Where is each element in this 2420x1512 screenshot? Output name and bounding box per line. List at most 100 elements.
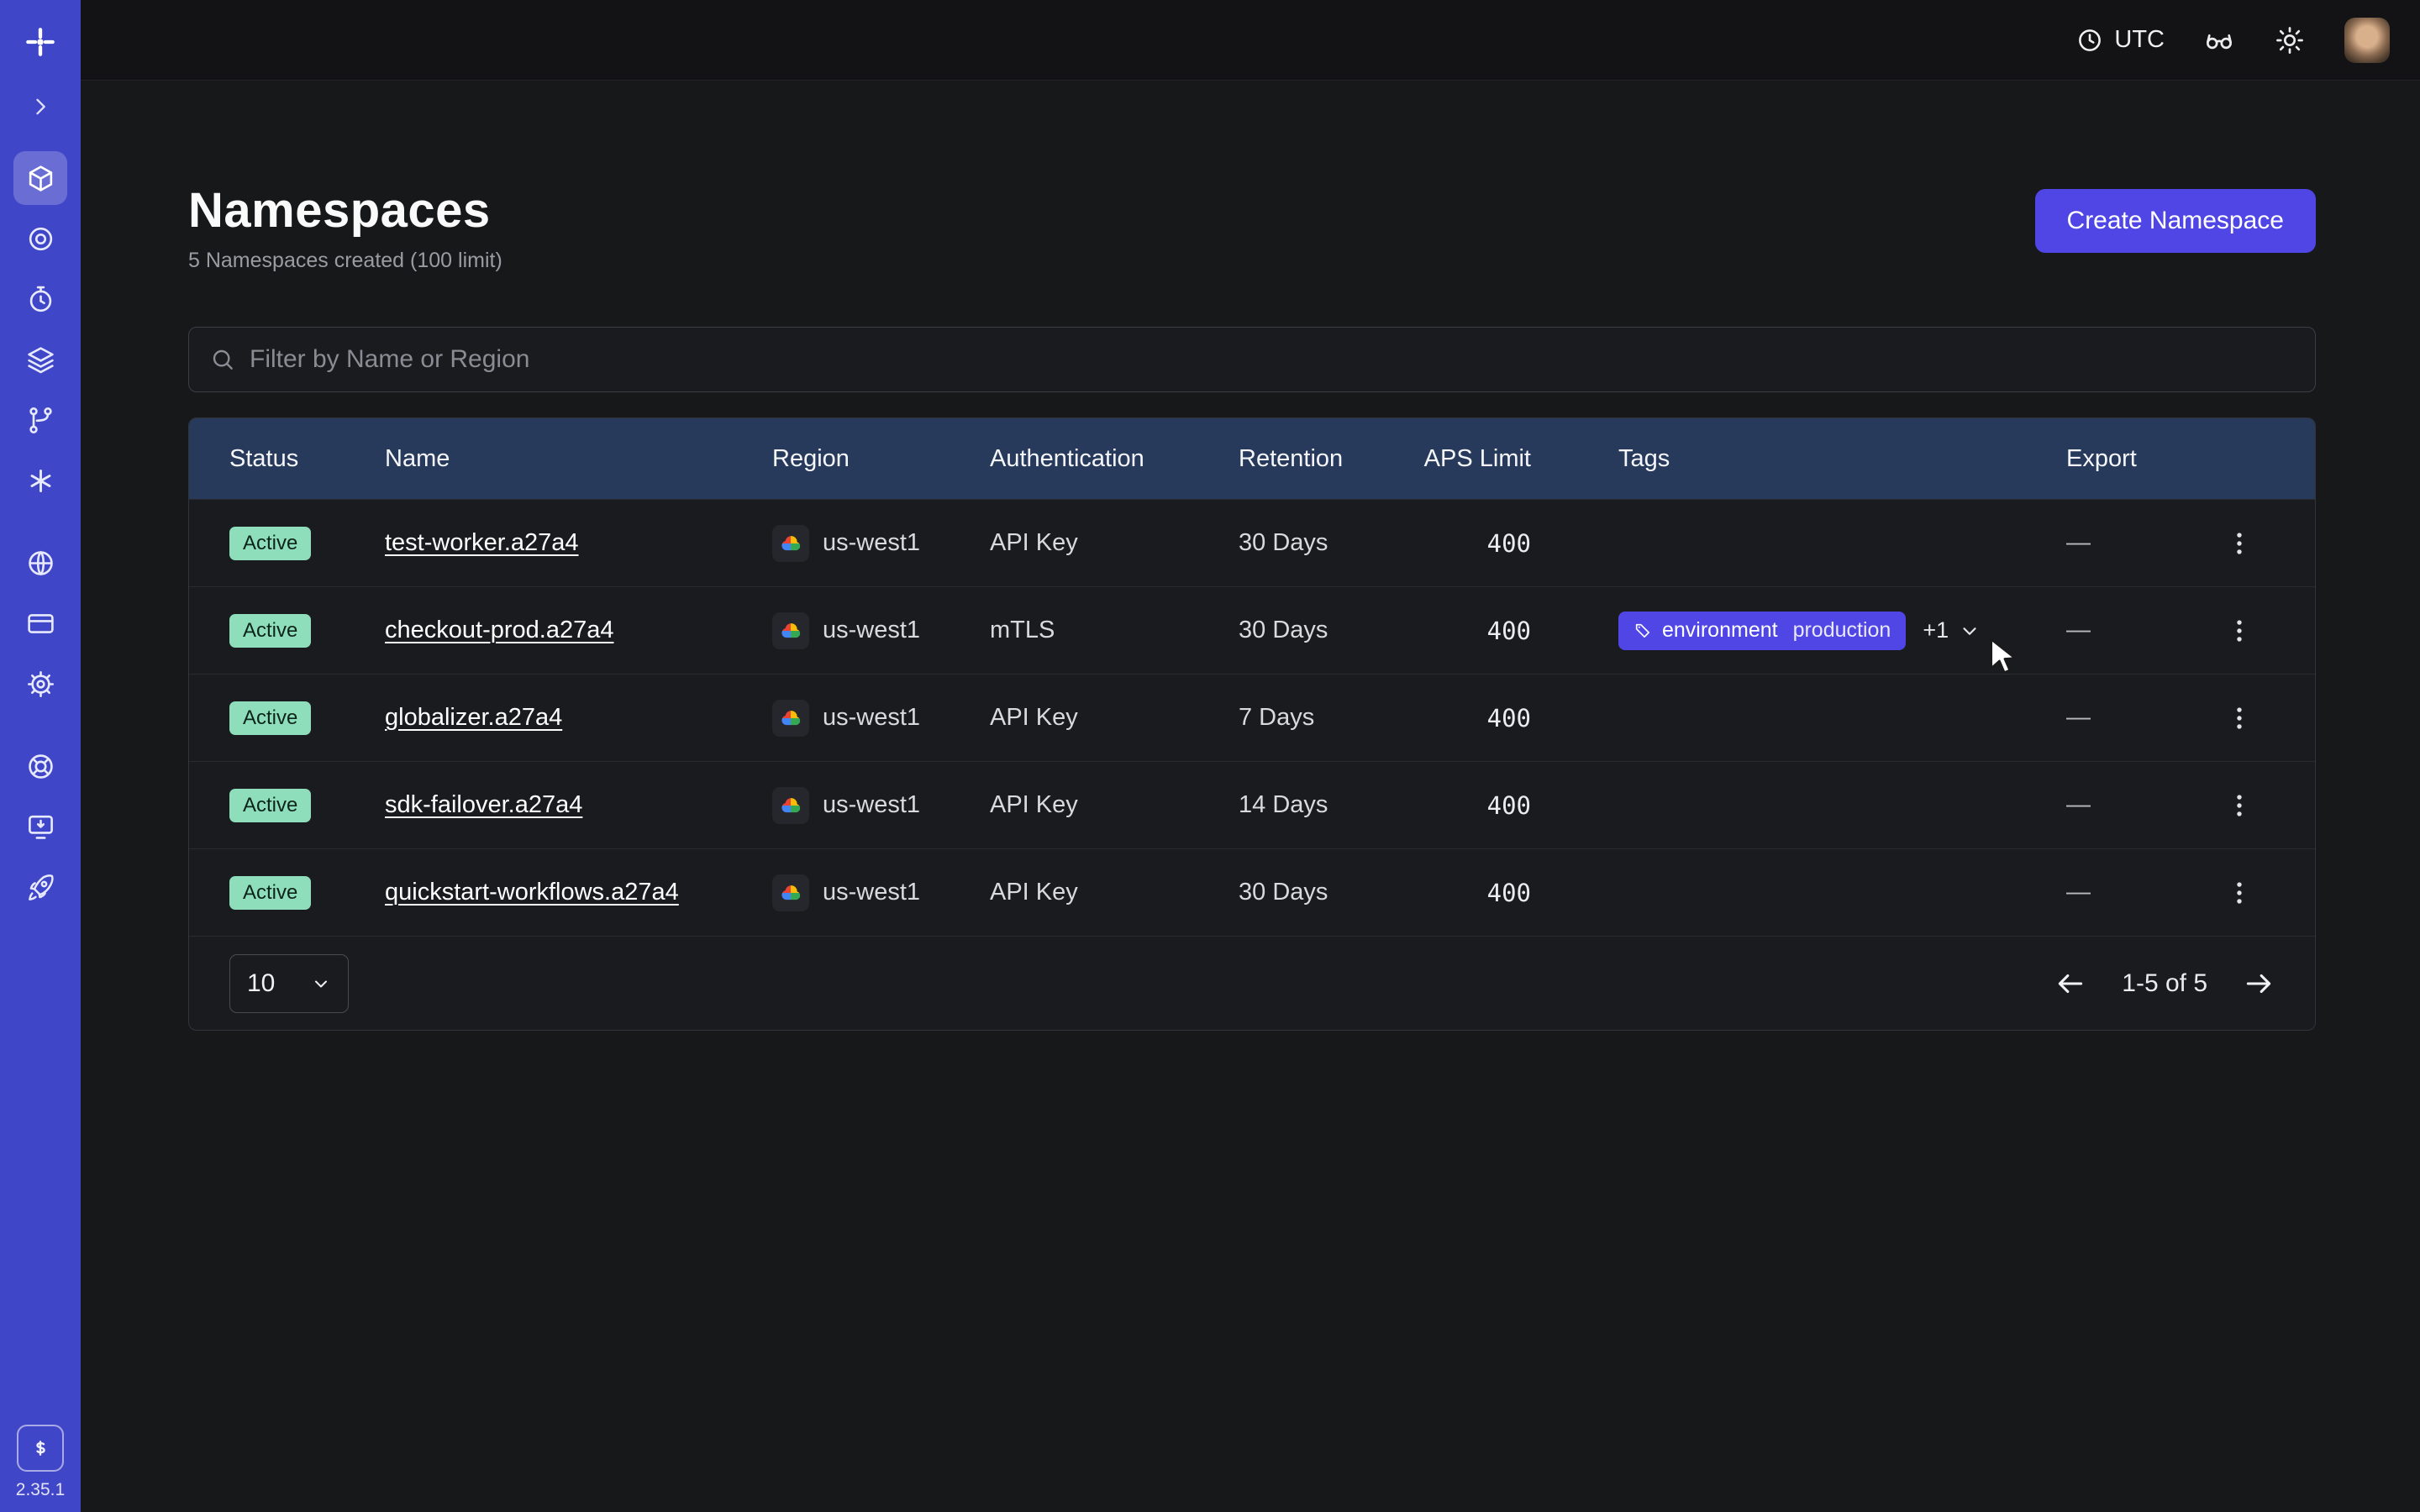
table-row[interactable]: Active checkout-prod.a27a4 us-west1 mTLS… bbox=[189, 586, 2315, 674]
sidebar-expand-button[interactable] bbox=[29, 84, 52, 129]
target-icon bbox=[25, 223, 56, 255]
col-header-retention: Retention bbox=[1239, 445, 1403, 473]
asterisk-icon bbox=[25, 465, 56, 496]
tag-value: production bbox=[1793, 618, 1891, 643]
retention-period: 7 Days bbox=[1239, 704, 1403, 732]
chevron-down-icon bbox=[311, 974, 331, 994]
status-badge: Active bbox=[229, 614, 311, 648]
status-badge: Active bbox=[229, 701, 311, 735]
sidebar-item-nexus[interactable] bbox=[13, 454, 67, 507]
region-label: us-west1 bbox=[823, 529, 920, 557]
export-status: — bbox=[2066, 879, 2214, 906]
tags-expand-chevron-icon[interactable] bbox=[1959, 620, 1981, 642]
sidebar: 2.35.1 bbox=[0, 0, 81, 1512]
table-row[interactable]: Active quickstart-workflows.a27a4 us-wes… bbox=[189, 848, 2315, 936]
export-status: — bbox=[2066, 529, 2214, 557]
row-actions-menu-button[interactable] bbox=[2214, 791, 2265, 820]
timezone-selector[interactable]: UTC bbox=[2075, 26, 2165, 55]
col-header-region: Region bbox=[772, 445, 990, 473]
usage-credits-button[interactable] bbox=[17, 1425, 64, 1472]
aps-limit-value: 400 bbox=[1403, 529, 1541, 558]
status-badge: Active bbox=[229, 876, 311, 910]
pagination: 1-5 of 5 bbox=[2054, 968, 2275, 1000]
table-footer: 10 1-5 of 5 bbox=[189, 936, 2315, 1030]
page-range-label: 1-5 of 5 bbox=[2122, 969, 2207, 998]
chevron-right-icon bbox=[29, 95, 52, 118]
cube-icon bbox=[25, 163, 56, 194]
page-size-select[interactable]: 10 bbox=[229, 954, 349, 1013]
region-label: us-west1 bbox=[823, 704, 920, 732]
status-badge: Active bbox=[229, 527, 311, 560]
layers-icon bbox=[25, 344, 56, 375]
namespace-link[interactable]: test-worker.a27a4 bbox=[385, 529, 579, 556]
filter-input[interactable] bbox=[250, 345, 2295, 374]
kebab-icon bbox=[2225, 704, 2254, 732]
page-title: Namespaces bbox=[188, 182, 502, 239]
export-status: — bbox=[2066, 791, 2214, 819]
sidebar-item-target[interactable] bbox=[13, 212, 67, 265]
create-namespace-button[interactable]: Create Namespace bbox=[2035, 189, 2316, 253]
gcp-region-icon bbox=[772, 525, 809, 562]
table-header-row: Status Name Region Authentication Retent… bbox=[189, 418, 2315, 499]
table-row[interactable]: Active globalizer.a27a4 us-west1 API Key… bbox=[189, 674, 2315, 761]
sidebar-item-regions[interactable] bbox=[13, 536, 67, 590]
page-subtitle: 5 Namespaces created (100 limit) bbox=[188, 249, 502, 273]
sidebar-item-settings[interactable] bbox=[13, 657, 67, 711]
table-body: Active test-worker.a27a4 us-west1 API Ke… bbox=[189, 499, 2315, 936]
namespace-link[interactable]: globalizer.a27a4 bbox=[385, 704, 562, 731]
life-buoy-icon bbox=[25, 751, 56, 782]
table-row[interactable]: Active test-worker.a27a4 us-west1 API Ke… bbox=[189, 499, 2315, 586]
col-header-status: Status bbox=[229, 445, 385, 473]
aps-limit-value: 400 bbox=[1403, 791, 1541, 820]
status-badge: Active bbox=[229, 789, 311, 822]
namespace-link[interactable]: quickstart-workflows.a27a4 bbox=[385, 879, 679, 906]
globe-icon bbox=[25, 548, 56, 579]
retention-period: 14 Days bbox=[1239, 791, 1403, 819]
row-actions-menu-button[interactable] bbox=[2214, 704, 2265, 732]
page-size-value: 10 bbox=[247, 969, 275, 998]
rocket-icon bbox=[25, 872, 56, 903]
export-status: — bbox=[2066, 617, 2214, 644]
sidebar-item-billing[interactable] bbox=[13, 596, 67, 650]
sidebar-item-deployments[interactable] bbox=[13, 393, 67, 447]
sidebar-item-getting-started[interactable] bbox=[13, 860, 67, 914]
sidebar-item-namespaces[interactable] bbox=[13, 151, 67, 205]
glasses-icon bbox=[2203, 24, 2235, 56]
table-row[interactable]: Active sdk-failover.a27a4 us-west1 API K… bbox=[189, 761, 2315, 848]
region-label: us-west1 bbox=[823, 617, 920, 644]
theme-toggle-button[interactable] bbox=[2274, 24, 2306, 56]
namespace-link[interactable]: sdk-failover.a27a4 bbox=[385, 791, 582, 818]
sidebar-item-layers[interactable] bbox=[13, 333, 67, 386]
sidebar-item-schedules[interactable] bbox=[13, 272, 67, 326]
kebab-icon bbox=[2225, 529, 2254, 558]
row-actions-menu-button[interactable] bbox=[2214, 879, 2265, 907]
namespace-link[interactable]: checkout-prod.a27a4 bbox=[385, 617, 613, 643]
col-header-export: Export bbox=[2066, 445, 2214, 473]
tag-key: environment bbox=[1662, 618, 1778, 643]
kebab-icon bbox=[2225, 879, 2254, 907]
aps-limit-value: 400 bbox=[1403, 704, 1541, 732]
app-version: 2.35.1 bbox=[16, 1480, 65, 1500]
user-avatar[interactable] bbox=[2344, 18, 2390, 63]
sidebar-item-docs[interactable] bbox=[13, 800, 67, 853]
row-actions-menu-button[interactable] bbox=[2214, 617, 2265, 645]
region-label: us-west1 bbox=[823, 879, 920, 906]
retention-period: 30 Days bbox=[1239, 879, 1403, 906]
row-actions-menu-button[interactable] bbox=[2214, 529, 2265, 558]
clock-icon bbox=[2075, 26, 2104, 55]
credit-card-icon bbox=[25, 608, 56, 639]
sidebar-item-support[interactable] bbox=[13, 739, 67, 793]
tag-icon bbox=[1634, 622, 1652, 640]
timer-icon bbox=[25, 284, 56, 315]
export-status: — bbox=[2066, 704, 2214, 732]
gcp-region-icon bbox=[772, 787, 809, 824]
col-header-aps-limit: APS Limit bbox=[1403, 445, 1541, 473]
auth-method: API Key bbox=[990, 704, 1239, 732]
labs-toggle-button[interactable] bbox=[2203, 24, 2235, 56]
previous-page-button[interactable] bbox=[2054, 968, 2086, 1000]
aps-limit-value: 400 bbox=[1403, 879, 1541, 907]
gcp-region-icon bbox=[772, 612, 809, 649]
tag-chip[interactable]: environment production bbox=[1618, 612, 1906, 650]
timezone-label: UTC bbox=[2114, 26, 2165, 54]
next-page-button[interactable] bbox=[2243, 968, 2275, 1000]
